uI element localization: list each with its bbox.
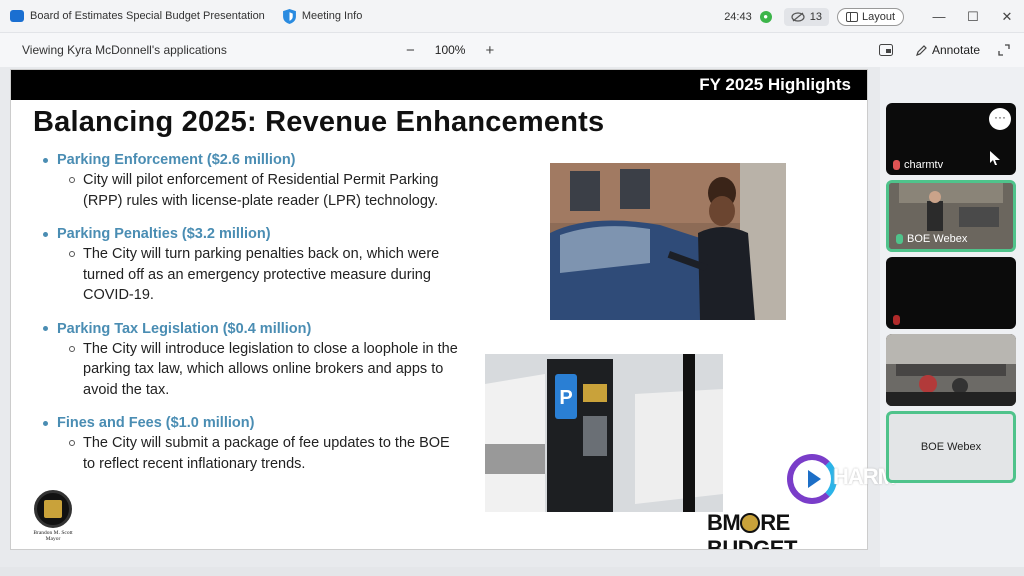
participant-tile[interactable]: BOE Webex [886, 411, 1016, 483]
meeting-title: Board of Estimates Special Budget Presen… [30, 10, 265, 22]
bottom-bar [0, 567, 1024, 576]
charm-play-icon [787, 454, 837, 504]
more-options-button[interactable]: ··· [989, 108, 1011, 130]
annotate-button[interactable]: Annotate [915, 43, 980, 57]
bullet-dot-icon [43, 231, 48, 237]
bullet-heading: Parking Penalties ($3.2 million) [57, 226, 271, 242]
bullet-body: The City will turn parking penalties bac… [83, 246, 440, 303]
sub-bullet-icon [69, 345, 75, 352]
mayor-seal: Brandon M. Scott Mayor [31, 490, 75, 548]
bullet-heading: Fines and Fees ($1.0 million) [57, 415, 255, 431]
pen-icon [916, 44, 927, 56]
bullet-body: City will pilot enforcement of Residenti… [83, 172, 439, 209]
bmore-o-icon [740, 513, 761, 533]
slide-header-bar: FY 2025 Highlights [11, 70, 867, 100]
svg-text:P: P [559, 387, 572, 409]
bullet-item: Parking Tax Legislation ($0.4 million) T… [43, 321, 463, 401]
sub-bullet-icon [69, 177, 75, 183]
bullet-dot-icon [43, 326, 48, 331]
app-title-area: Board of Estimates Special Budget Presen… [10, 8, 363, 24]
zoom-controls: − 100% + [396, 33, 504, 67]
participant-name: charmtv [904, 159, 944, 171]
meeting-info-button[interactable]: Meeting Info [302, 10, 363, 22]
bullet-body: The City will introduce legislation to c… [83, 340, 458, 398]
seal-title: Mayor [45, 536, 61, 542]
close-button[interactable]: ✕ [990, 9, 1024, 25]
bullet-dot-icon [43, 157, 48, 163]
share-toolbar: Viewing Kyra McDonnell's applications − … [0, 33, 1024, 67]
cursor-icon [990, 151, 1000, 165]
annotate-label: Annotate [931, 43, 980, 57]
participants-button[interactable]: 13 [783, 7, 829, 26]
bullet-heading: Parking Enforcement ($2.6 million) [57, 152, 296, 168]
participant-tile[interactable]: ··· charmtv [886, 103, 1016, 175]
participant-tile[interactable]: BOE Webex [886, 180, 1016, 252]
bullet-dot-icon [43, 420, 48, 426]
participant-name: BOE Webex [907, 233, 968, 245]
muted-mic-icon [896, 234, 903, 244]
bullet-item: Parking Enforcement ($2.6 million) City … [43, 152, 463, 211]
window-title-bar: Board of Estimates Special Budget Presen… [0, 0, 1024, 33]
hidden-eye-icon [791, 11, 805, 22]
connection-status-icon: ● [759, 10, 772, 23]
brand-left: BM [707, 510, 741, 535]
pip-icon[interactable] [878, 44, 893, 56]
parking-meter-photo: P [485, 354, 723, 512]
zoom-out-button[interactable]: − [406, 42, 415, 59]
bullet-body: The City will submit a package of fee up… [83, 435, 450, 472]
slide-title: Balancing 2025: Revenue Enhancements [33, 106, 605, 138]
maximize-button[interactable]: ☐ [956, 9, 990, 25]
layout-button[interactable]: Layout [836, 7, 904, 26]
city-seal-icon [34, 490, 72, 528]
slide-header-text: FY 2025 Highlights [699, 75, 851, 94]
viewing-label: Viewing Kyra McDonnell's applications [22, 43, 227, 57]
expand-icon[interactable] [998, 44, 1010, 56]
bmore-budget-logo: BM RE BUDGET [707, 510, 867, 549]
slide-bullets: Parking Enforcement ($2.6 million) City … [43, 152, 463, 489]
layout-icon [845, 11, 858, 22]
layout-label: Layout [861, 10, 895, 23]
participant-name: BOE Webex [920, 441, 982, 453]
shield-icon[interactable] [282, 8, 296, 24]
bullet-heading: Parking Tax Legislation ($0.4 million) [57, 320, 312, 337]
presentation-slide: FY 2025 Highlights Balancing 2025: Reven… [10, 69, 868, 550]
zoom-in-button[interactable]: + [485, 42, 494, 59]
webex-logo-icon [10, 10, 24, 22]
zoom-level: 100% [434, 43, 466, 57]
participant-tile[interactable] [886, 334, 1016, 406]
participant-count: 13 [809, 10, 822, 23]
minimize-button[interactable]: — [922, 9, 956, 24]
muted-mic-icon [893, 160, 900, 170]
parking-officer-photo [550, 163, 786, 320]
sub-bullet-icon [69, 440, 75, 446]
sub-bullet-icon [69, 251, 75, 257]
participant-panel: ··· charmtv BOE Webex BOE Webex [884, 103, 1018, 488]
bullet-item: Fines and Fees ($1.0 million) The City w… [43, 415, 463, 474]
shared-screen-area: FY 2025 Highlights Balancing 2025: Reven… [0, 67, 896, 567]
meeting-timer: 24:43 [724, 10, 752, 23]
bullet-item: Parking Penalties ($3.2 million) The Cit… [43, 226, 463, 306]
muted-mic-icon [893, 315, 900, 325]
participant-tile[interactable] [886, 257, 1016, 329]
